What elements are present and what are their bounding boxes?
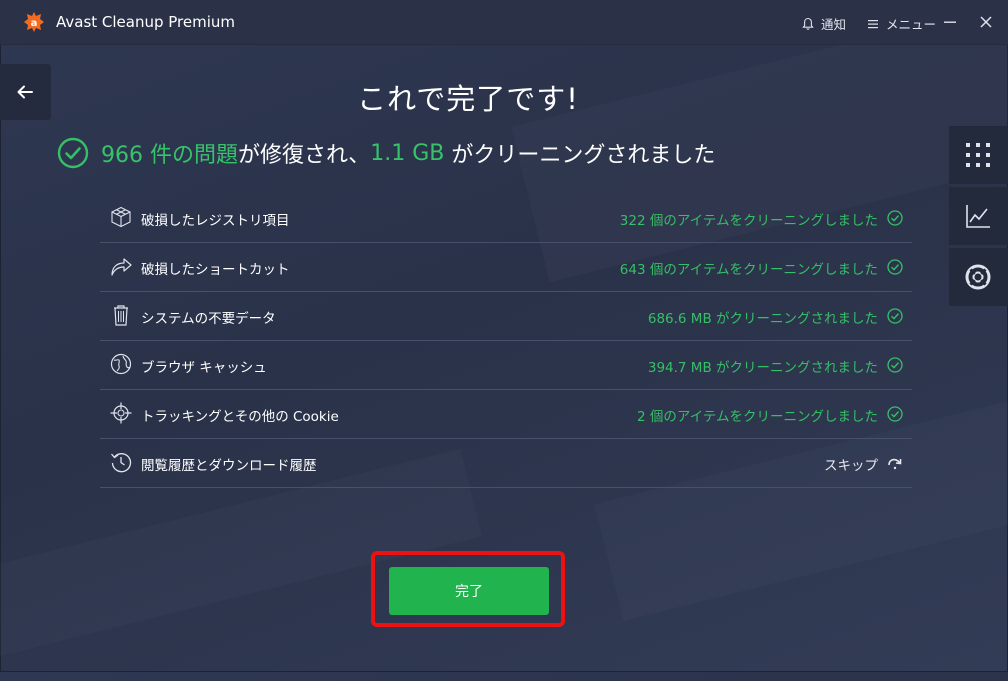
title-bar: a Avast Cleanup Premium 通知 メニュー xyxy=(0,0,1008,45)
notifications-label: 通知 xyxy=(821,17,847,32)
lifebuoy-icon xyxy=(965,264,991,290)
summary-text-cleaned: がクリーニングされました xyxy=(444,143,716,168)
issues-count: 966 件の問題 xyxy=(101,143,238,168)
tab-statistics[interactable] xyxy=(949,187,1008,245)
avast-logo-icon: a xyxy=(24,12,44,32)
item-result: 686.6 MB がクリーニングされました xyxy=(647,311,878,327)
history-icon xyxy=(111,453,132,473)
summary-text-fixed: が修復され、 xyxy=(238,143,371,168)
tab-apps-grid[interactable] xyxy=(949,126,1008,184)
trash-icon xyxy=(114,305,128,326)
check-circle-icon xyxy=(887,259,903,275)
check-circle-icon xyxy=(887,357,903,373)
cleaned-size: 1.1 GB xyxy=(370,140,445,166)
globe-icon xyxy=(110,353,132,375)
registry-cube-icon xyxy=(111,206,131,228)
check-circle-icon xyxy=(57,137,89,169)
crosshair-icon xyxy=(110,402,132,424)
menu-label: メニュー xyxy=(886,17,937,32)
skip-arrow-icon xyxy=(888,458,902,470)
cleanup-results-list: 破損したレジストリ項目 322 個のアイテムをクリーニングしました 破損したショ… xyxy=(100,194,912,488)
item-result: 322 個のアイテムをクリーニングしました xyxy=(619,213,878,229)
bell-icon xyxy=(802,17,814,30)
close-icon[interactable] xyxy=(974,10,998,34)
grid-icon xyxy=(966,143,990,167)
check-circle-icon xyxy=(887,406,903,422)
line-chart-icon xyxy=(966,205,990,228)
menu-button[interactable]: メニュー xyxy=(866,14,936,33)
check-circle-icon xyxy=(887,210,903,226)
item-label: 破損したレジストリ項目 xyxy=(141,213,290,229)
list-item: 破損したレジストリ項目 322 個のアイテムをクリーニングしました xyxy=(100,194,912,243)
item-result: 643 個のアイテムをクリーニングしました xyxy=(619,262,878,278)
list-item: 閲覧履歴とダウンロード履歴 スキップ xyxy=(100,439,912,488)
app-title: Avast Cleanup Premium xyxy=(56,13,236,31)
item-result: 394.7 MB がクリーニングされました xyxy=(647,360,878,376)
item-label: トラッキングとその他の Cookie xyxy=(141,409,339,425)
done-button[interactable]: 完了 xyxy=(389,567,549,615)
item-result: 2 個のアイテムをクリーニングしました xyxy=(636,409,878,425)
shortcut-arrow-icon xyxy=(111,258,132,276)
page-title: これで完了です! xyxy=(357,82,579,116)
check-circle-icon xyxy=(887,308,903,324)
svg-text:a: a xyxy=(31,18,38,29)
item-label: 閲覧履歴とダウンロード履歴 xyxy=(141,458,317,474)
hamburger-icon xyxy=(868,19,878,28)
item-label: ブラウザ キャッシュ xyxy=(141,360,267,376)
minimize-icon[interactable] xyxy=(938,10,962,34)
list-item: システムの不要データ 686.6 MB がクリーニングされました xyxy=(100,292,912,341)
tab-help[interactable] xyxy=(949,248,1008,306)
notifications-button[interactable]: 通知 xyxy=(801,14,846,33)
item-label: 破損したショートカット xyxy=(141,262,290,278)
item-result-skipped: スキップ xyxy=(824,458,878,474)
cleanup-summary: 966 件の問題 が修復され、 1.1 GB がクリーニングされました xyxy=(57,136,715,170)
list-item: ブラウザ キャッシュ 394.7 MB がクリーニングされました xyxy=(100,341,912,390)
item-label: システムの不要データ xyxy=(141,311,276,327)
list-item: トラッキングとその他の Cookie 2 個のアイテムをクリーニングしました xyxy=(100,390,912,439)
list-item: 破損したショートカット 643 個のアイテムをクリーニングしました xyxy=(100,243,912,292)
